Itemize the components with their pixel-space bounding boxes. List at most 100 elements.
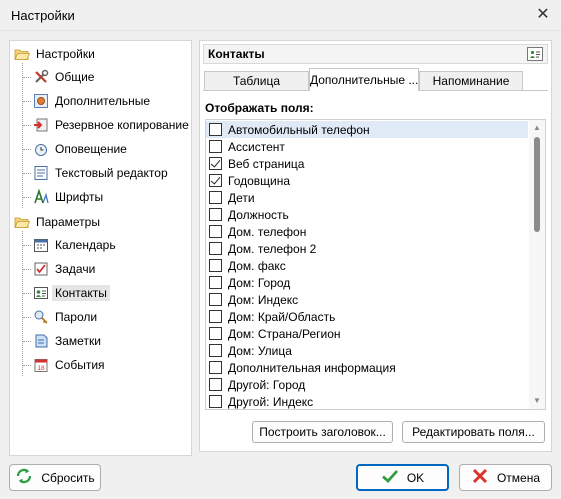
build-header-button[interactable]: Построить заголовок... xyxy=(252,421,393,443)
field-row[interactable]: Дом. факс xyxy=(206,257,528,274)
field-checkbox[interactable] xyxy=(209,242,222,255)
tree-item-advanced[interactable]: Дополнительные xyxy=(33,90,150,112)
field-label: Дом: Страна/Регион xyxy=(228,326,341,341)
field-row[interactable]: Дом: Страна/Регион xyxy=(206,325,528,342)
field-row[interactable]: Дом: Край/Область xyxy=(206,308,528,325)
field-checkbox[interactable] xyxy=(209,123,222,136)
ok-button[interactable]: OK xyxy=(356,464,449,491)
field-row[interactable]: Другой: Индекс xyxy=(206,393,528,409)
field-checkbox[interactable] xyxy=(209,208,222,221)
calendar-icon xyxy=(33,237,49,253)
field-checkbox[interactable] xyxy=(209,361,222,374)
panel-title: Контакты xyxy=(208,47,265,61)
tree-connector xyxy=(23,269,31,270)
cancel-button[interactable]: Отмена xyxy=(459,464,552,491)
field-checkbox[interactable] xyxy=(209,140,222,153)
tree-item-tasks[interactable]: Задачи xyxy=(33,258,95,280)
title-bar: Настройки ✕ xyxy=(0,0,561,31)
fields-list: Автомобильный телефон Ассистент Веб страни… xyxy=(205,119,546,410)
field-row[interactable]: Автомобильный телефон xyxy=(206,121,528,138)
text-editor-icon xyxy=(33,165,49,181)
tree-item-passwords[interactable]: Пароли xyxy=(33,306,97,328)
field-label: Дети xyxy=(228,190,255,205)
contacts-icon xyxy=(33,285,49,301)
tree-item-text-editor[interactable]: Текстовый редактор xyxy=(33,162,168,184)
panel-header: Контакты xyxy=(203,44,548,64)
field-row[interactable]: Дом: Город xyxy=(206,274,528,291)
field-checkbox[interactable] xyxy=(209,344,222,357)
field-row[interactable]: Ассистент xyxy=(206,138,528,155)
tree-item-contacts[interactable]: Контакты xyxy=(33,282,110,304)
tools-icon xyxy=(33,69,49,85)
tree-item-backup[interactable]: Резервное копирование xyxy=(33,114,189,136)
field-checkbox[interactable] xyxy=(209,191,222,204)
close-icon[interactable]: ✕ xyxy=(531,3,555,27)
field-row[interactable]: Дом: Улица xyxy=(206,342,528,359)
field-checkbox[interactable] xyxy=(209,293,222,306)
field-label: Ассистент xyxy=(228,139,285,154)
display-fields-label: Отображать поля: xyxy=(205,101,314,115)
tab-table[interactable]: Таблица xyxy=(204,71,309,90)
field-checkbox[interactable] xyxy=(209,174,222,187)
tree-item-events[interactable]: 18 События xyxy=(33,354,105,376)
tree-connector xyxy=(23,317,31,318)
contacts-icon xyxy=(527,47,543,61)
tab-additional[interactable]: Дополнительные ... xyxy=(309,68,419,91)
refresh-icon xyxy=(15,467,33,489)
window-title: Настройки xyxy=(11,8,75,23)
field-checkbox[interactable] xyxy=(209,327,222,340)
field-checkbox[interactable] xyxy=(209,395,222,408)
field-label: Годовщина xyxy=(228,173,291,188)
field-row[interactable]: Дом. телефон 2 xyxy=(206,240,528,257)
field-row[interactable]: Годовщина xyxy=(206,172,528,189)
tree-item-notes[interactable]: Заметки xyxy=(33,330,101,352)
tree-item-calendar[interactable]: Календарь xyxy=(33,234,116,256)
tree-connector xyxy=(23,293,31,294)
alarm-clock-icon xyxy=(33,141,49,157)
scroll-up-icon[interactable]: ▲ xyxy=(529,120,545,136)
fields-scrollbar[interactable]: ▲ ▼ xyxy=(529,120,545,409)
folder-open-icon xyxy=(14,214,31,230)
tree-connector xyxy=(23,197,31,198)
field-label: Дом: Индекс xyxy=(228,292,299,307)
tree-connector xyxy=(23,341,31,342)
field-label: Дом. телефон xyxy=(228,224,307,239)
field-row[interactable]: Веб страница xyxy=(206,155,528,172)
field-label: Автомобильный телефон xyxy=(228,122,370,137)
field-checkbox[interactable] xyxy=(209,259,222,272)
tab-reminder[interactable]: Напоминание xyxy=(419,71,523,90)
tree-connector xyxy=(22,231,23,376)
tree-item-fonts[interactable]: Шрифты xyxy=(33,186,103,208)
tree-group-settings[interactable]: Настройки xyxy=(14,43,95,65)
scroll-down-icon[interactable]: ▼ xyxy=(529,393,545,409)
tree-connector xyxy=(23,173,31,174)
cancel-label: Отмена xyxy=(496,470,541,485)
tree-connector xyxy=(23,245,31,246)
tree-item-general[interactable]: Общие xyxy=(33,66,94,88)
tree-connector xyxy=(23,365,31,366)
tree-group-parameters[interactable]: Параметры xyxy=(14,211,100,233)
reset-button[interactable]: Сбросить xyxy=(9,464,101,491)
edit-fields-button[interactable]: Редактировать поля... xyxy=(402,421,545,443)
field-label: Веб страница xyxy=(228,156,305,171)
field-label: Дом: Улица xyxy=(228,343,292,358)
field-row[interactable]: Дополнительная информация xyxy=(206,359,528,376)
field-label: Дом: Край/Область xyxy=(228,309,336,324)
field-row[interactable]: Дом: Индекс xyxy=(206,291,528,308)
checkmark-icon xyxy=(381,467,399,489)
scroll-thumb[interactable] xyxy=(534,137,540,232)
field-checkbox[interactable] xyxy=(209,310,222,323)
field-checkbox[interactable] xyxy=(209,378,222,391)
tree-connector xyxy=(23,125,31,126)
field-row[interactable]: Дом. телефон xyxy=(206,223,528,240)
field-label: Должность xyxy=(228,207,289,222)
folder-open-icon xyxy=(14,46,31,62)
field-label: Дом: Город xyxy=(228,275,291,290)
field-row[interactable]: Должность xyxy=(206,206,528,223)
field-checkbox[interactable] xyxy=(209,157,222,170)
field-checkbox[interactable] xyxy=(209,276,222,289)
field-row[interactable]: Другой: Город xyxy=(206,376,528,393)
tree-item-notification[interactable]: Оповещение xyxy=(33,138,127,160)
field-row[interactable]: Дети xyxy=(206,189,528,206)
field-checkbox[interactable] xyxy=(209,225,222,238)
